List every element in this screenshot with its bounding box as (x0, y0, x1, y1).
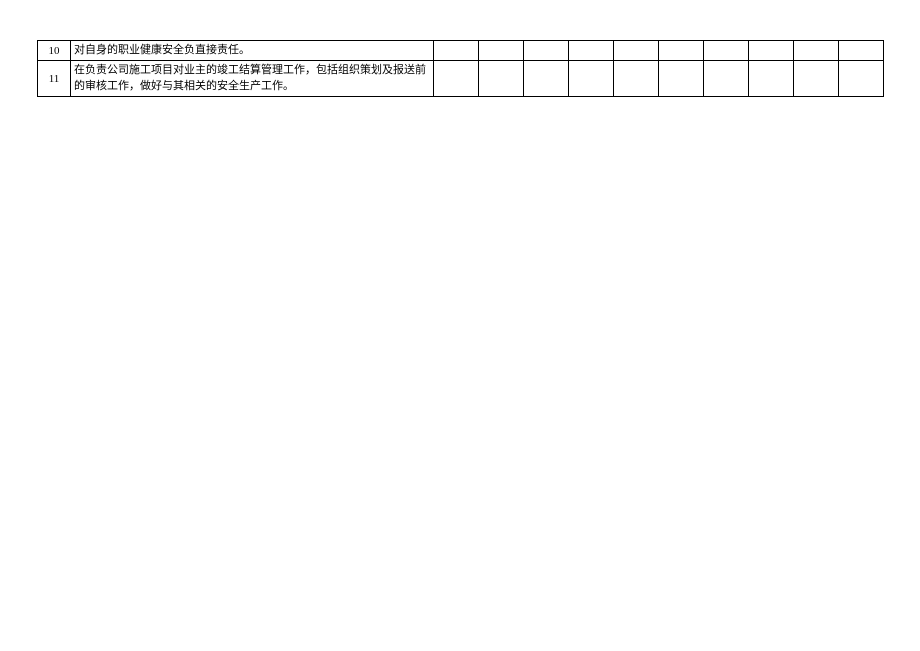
empty-cell (524, 41, 569, 61)
empty-cell (704, 41, 749, 61)
empty-cell (434, 41, 479, 61)
empty-cell (479, 41, 524, 61)
empty-cell (569, 61, 614, 97)
empty-cell (749, 61, 794, 97)
empty-cell (614, 61, 659, 97)
row-number: 11 (38, 61, 71, 97)
empty-cell (839, 41, 884, 61)
empty-cell (524, 61, 569, 97)
empty-cell (794, 41, 839, 61)
empty-cell (614, 41, 659, 61)
empty-cell (569, 41, 614, 61)
table-row: 11 在负责公司施工项目对业主的竣工结算管理工作，包括组织策划及报送前的审核工作… (38, 61, 884, 97)
empty-cell (704, 61, 749, 97)
row-description: 对自身的职业健康安全负直接责任。 (71, 41, 434, 61)
responsibility-table: 10 对自身的职业健康安全负直接责任。 11 在负责公司施工项目对业主的竣工结算… (37, 40, 884, 97)
empty-cell (434, 61, 479, 97)
table-row: 10 对自身的职业健康安全负直接责任。 (38, 41, 884, 61)
document-table: 10 对自身的职业健康安全负直接责任。 11 在负责公司施工项目对业主的竣工结算… (37, 40, 883, 97)
empty-cell (749, 41, 794, 61)
empty-cell (659, 41, 704, 61)
empty-cell (479, 61, 524, 97)
row-description: 在负责公司施工项目对业主的竣工结算管理工作，包括组织策划及报送前的审核工作，做好… (71, 61, 434, 97)
empty-cell (794, 61, 839, 97)
empty-cell (839, 61, 884, 97)
row-number: 10 (38, 41, 71, 61)
empty-cell (659, 61, 704, 97)
